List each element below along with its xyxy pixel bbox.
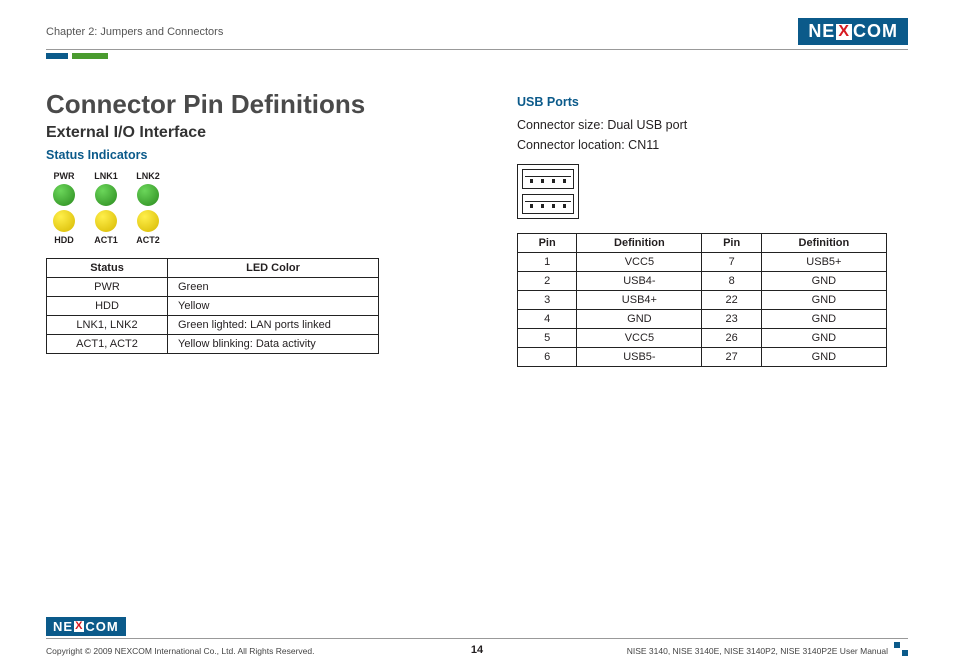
- subsection-heading-status: Status Indicators: [46, 148, 437, 162]
- table-row: 4GND23GND: [518, 310, 887, 329]
- led-lnk2: [137, 184, 159, 206]
- led-lnk1: [95, 184, 117, 206]
- accent-bar: [46, 53, 908, 59]
- table-row: 3USB4+22GND: [518, 291, 887, 310]
- led-label-lnk2: LNK2: [136, 171, 160, 181]
- table-row: LNK1, LNK2Green lighted: LAN ports linke…: [47, 316, 379, 335]
- status-th-status: Status: [47, 259, 168, 278]
- footer-logo: NEXCOM: [46, 617, 126, 636]
- pin-th-4: Definition: [761, 234, 886, 253]
- led-hdd: [53, 210, 75, 232]
- page-number: 14: [471, 644, 483, 656]
- logo-part-left: NE: [808, 21, 835, 42]
- table-row: 5VCC526GND: [518, 329, 887, 348]
- table-row: 1VCC57USB5+: [518, 253, 887, 272]
- section-heading: External I/O Interface: [46, 124, 437, 142]
- led-label-hdd: HDD: [54, 235, 74, 245]
- led-label-lnk1: LNK1: [94, 171, 118, 181]
- status-th-color: LED Color: [168, 259, 379, 278]
- usb-connector-diagram: [517, 164, 579, 219]
- logo-part-x: X: [836, 24, 852, 40]
- table-row: PWRGreen: [47, 278, 379, 297]
- led-label-pwr: PWR: [54, 171, 75, 181]
- chapter-label: Chapter 2: Jumpers and Connectors: [46, 26, 223, 38]
- led-pwr: [53, 184, 75, 206]
- led-label-act1: ACT1: [94, 235, 118, 245]
- brand-logo: NEXCOM: [798, 18, 908, 45]
- pin-th-1: Pin: [518, 234, 577, 253]
- table-row: HDDYellow: [47, 297, 379, 316]
- status-table: Status LED Color PWRGreen HDDYellow LNK1…: [46, 258, 379, 354]
- logo-part-right: COM: [853, 21, 898, 42]
- led-act2: [137, 210, 159, 232]
- subsection-heading-usb: USB Ports: [517, 95, 908, 109]
- footer-divider: [46, 638, 908, 639]
- footer-squares-icon: [894, 642, 908, 656]
- usb-size-text: Connector size: Dual USB port: [517, 117, 908, 135]
- table-row: ACT1, ACT2Yellow blinking: Data activity: [47, 335, 379, 354]
- table-row: 6USB5-27GND: [518, 348, 887, 367]
- copyright-text: Copyright © 2009 NEXCOM International Co…: [46, 646, 314, 656]
- usb-location-text: Connector location: CN11: [517, 137, 908, 155]
- pin-th-2: Definition: [577, 234, 702, 253]
- led-diagram: PWR LNK1 LNK2 HDD ACT1 ACT2: [50, 170, 437, 246]
- pin-th-3: Pin: [702, 234, 761, 253]
- led-act1: [95, 210, 117, 232]
- pin-definition-table: Pin Definition Pin Definition 1VCC57USB5…: [517, 233, 887, 367]
- manual-title: NISE 3140, NISE 3140E, NISE 3140P2, NISE…: [627, 646, 888, 656]
- header-divider: [46, 49, 908, 50]
- led-label-act2: ACT2: [136, 235, 160, 245]
- page-title: Connector Pin Definitions: [46, 89, 437, 120]
- table-row: 2USB4-8GND: [518, 272, 887, 291]
